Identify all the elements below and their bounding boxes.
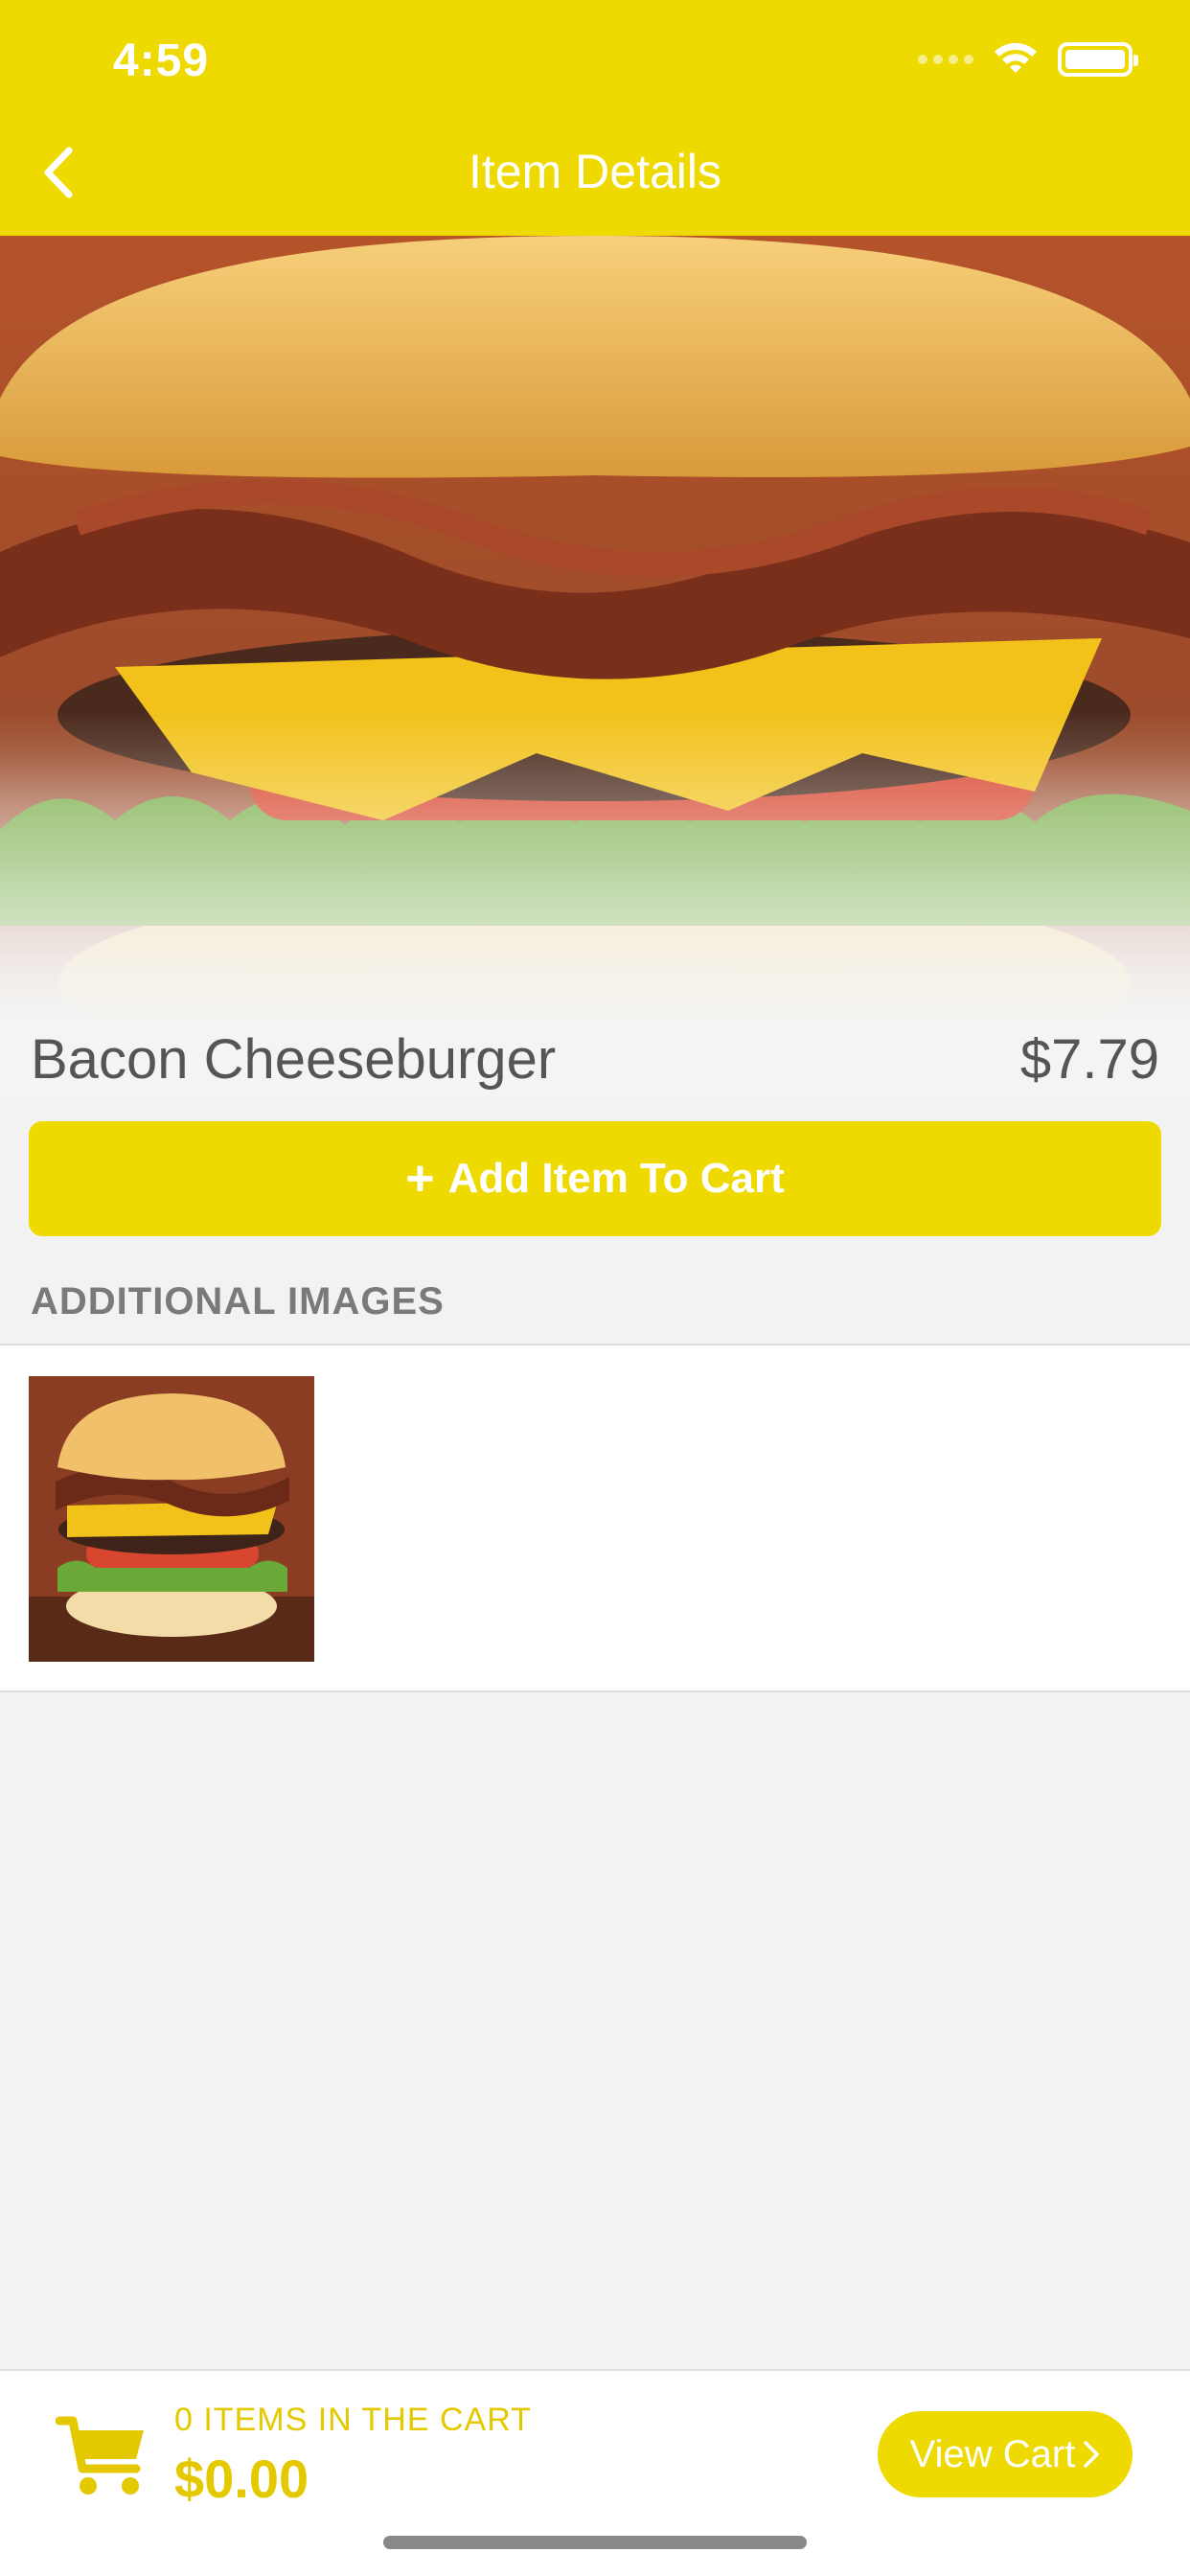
cart-total: $0.00: [174, 2449, 309, 2509]
plus-icon: +: [405, 1151, 435, 1207]
status-indicators: [918, 42, 1138, 77]
cart-item-count: 0 ITEMS IN THE CART: [174, 2402, 532, 2438]
item-price: $7.79: [1019, 1028, 1159, 1091]
wifi-icon: [995, 42, 1037, 73]
add-to-cart-label: Add Item To Cart: [447, 1155, 785, 1202]
item-name: Bacon Cheeseburger: [31, 1028, 557, 1091]
item-hero-image: [0, 236, 1190, 1098]
view-cart-button[interactable]: View Cart: [878, 2411, 1133, 2497]
shopping-cart-icon: [55, 2413, 148, 2499]
additional-images-header: ADDITIONAL IMAGES: [31, 1280, 445, 1322]
page-title: Item Details: [469, 145, 721, 198]
chevron-right-icon: [1084, 2441, 1100, 2468]
signal-icon: [918, 55, 973, 64]
view-cart-label: View Cart: [909, 2432, 1076, 2475]
item-info-row: Bacon Cheeseburger $7.79: [0, 1016, 1190, 1102]
additional-images-panel: [0, 1344, 1190, 1692]
status-time: 4:59: [113, 35, 210, 86]
top-bar: 4:59 Item Details: [0, 0, 1190, 236]
item-details-screen: 4:59 Item Details Bacon Cheeseburger $7.…: [0, 0, 1190, 2576]
additional-image-thumbnail[interactable]: [29, 1376, 314, 1662]
home-indicator[interactable]: [383, 2536, 807, 2549]
add-to-cart-button[interactable]: + Add Item To Cart: [29, 1121, 1161, 1236]
battery-icon: [1058, 42, 1138, 77]
